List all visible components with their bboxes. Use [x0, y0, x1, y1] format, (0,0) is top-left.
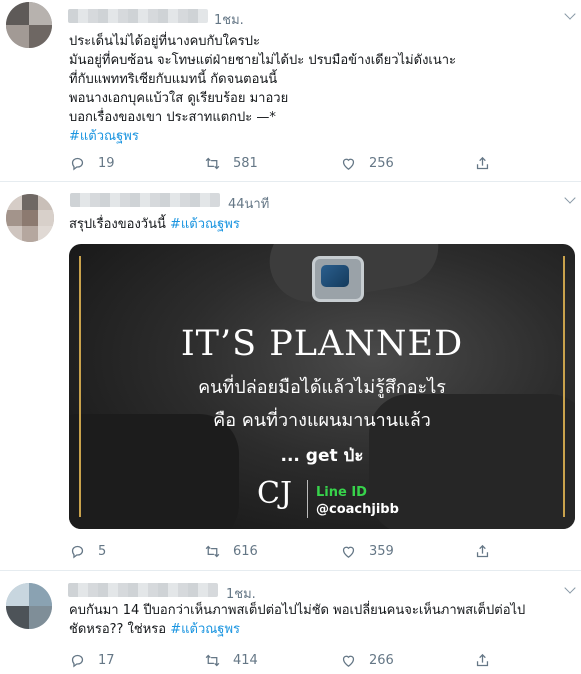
avatar[interactable]	[6, 583, 52, 629]
tweet-text-line: ชัดหรอ?? ใช่หรอ	[69, 622, 167, 637]
tweet-text-line: สรุปเรื่องของวันนี้	[69, 217, 166, 232]
chevron-down-icon[interactable]	[564, 192, 576, 204]
tweet-text: สรุปเรื่องของวันนี้ #แต้วณฐพร	[69, 215, 240, 234]
reply-icon	[71, 545, 84, 558]
share-icon	[476, 544, 489, 557]
like-icon	[342, 655, 355, 667]
tweet-1[interactable]: 1ชม. ประเด็นไม่ได้อยู่ที่นางคบกับใครปะ ม…	[0, 0, 581, 181]
tweet-actions: 5 616 359	[69, 541, 569, 561]
retweet-button[interactable]: 414	[204, 650, 258, 670]
tweet-text-line: มันอยู่ที่คบซ้อน จะโทษแต่ฝ่ายชายไม่ได้ปะ…	[69, 53, 457, 68]
image-line: คือ คนที่วางแผนมานานแล้ว	[213, 410, 431, 431]
like-count: 266	[369, 652, 394, 668]
like-button[interactable]: 256	[340, 153, 394, 173]
hashtag-link[interactable]: #แต้วณฐพร	[69, 127, 456, 146]
like-count: 256	[369, 155, 394, 171]
like-icon	[342, 546, 355, 558]
like-button[interactable]: 359	[340, 541, 394, 561]
tweet-text-line: พอนางเอกบุคแบ้วใส ดูเรียบร้อย มาอวย	[69, 91, 289, 106]
retweet-icon	[205, 157, 220, 169]
reply-count: 5	[98, 543, 107, 559]
reply-count: 17	[98, 652, 115, 668]
share-button[interactable]	[474, 153, 503, 173]
tweet-time[interactable]: 44นาที	[228, 193, 269, 214]
retweet-icon	[205, 654, 220, 666]
tweet-text: คบกันมา 14 ปีบอกว่าเห็นภาพสเต็ปต่อไปไม่ช…	[69, 601, 525, 639]
image-logo: CJ	[257, 476, 292, 511]
reply-count: 19	[98, 155, 115, 171]
tweet-actions: 17 414 266	[69, 650, 569, 670]
watch-shape	[312, 256, 364, 302]
line-handle: @coachjibb	[316, 502, 399, 517]
line-id-label: Line ID	[316, 485, 367, 500]
share-icon	[476, 653, 489, 666]
reply-button[interactable]: 5	[69, 541, 106, 561]
image-title: IT’S PLANNED	[180, 324, 464, 364]
tweet-time[interactable]: 1ชม.	[214, 9, 244, 30]
like-count: 359	[369, 543, 394, 559]
reply-button[interactable]: 19	[69, 153, 115, 173]
share-button[interactable]	[474, 541, 503, 561]
tweet-text-line: ประเด็นไม่ได้อยู่ที่นางคบกับใครปะ	[69, 34, 260, 49]
image-line: คนที่ปล่อยมือได้แล้วไม่รู้สึกอะไร	[198, 377, 446, 398]
retweet-count: 616	[233, 543, 258, 559]
reply-icon	[71, 157, 84, 170]
avatar[interactable]	[6, 2, 52, 48]
user-name[interactable]	[70, 193, 220, 207]
tweet-text-line: คบกันมา 14 ปีบอกว่าเห็นภาพสเต็ปต่อไปไม่ช…	[69, 603, 526, 618]
tweet-actions: 19 581 256	[69, 153, 569, 173]
share-icon	[476, 156, 489, 169]
retweet-icon	[205, 545, 220, 557]
user-name[interactable]	[68, 9, 208, 23]
like-button[interactable]: 266	[340, 650, 394, 670]
tweet-text-line: ที่กับแพททริเซียกับแมทนี้ กัดจนตอนนี้	[69, 72, 278, 87]
chevron-down-icon[interactable]	[564, 8, 576, 20]
tweet-3[interactable]: 1ชม. คบกันมา 14 ปีบอกว่าเห็นภาพสเต็ปต่อไ…	[0, 571, 581, 674]
retweet-count: 414	[233, 652, 258, 668]
tweet-image[interactable]: IT’S PLANNED คนที่ปล่อยมือได้แล้วไม่รู้ส…	[69, 244, 575, 529]
logo-separator	[307, 480, 308, 518]
retweet-button[interactable]: 616	[204, 541, 258, 561]
image-tagline: ... get ป่ะ	[280, 446, 364, 466]
reply-button[interactable]: 17	[69, 650, 115, 670]
reply-icon	[71, 654, 84, 667]
chevron-down-icon[interactable]	[564, 582, 576, 594]
share-button[interactable]	[474, 650, 503, 670]
retweet-count: 581	[233, 155, 258, 171]
user-name[interactable]	[68, 583, 218, 597]
avatar[interactable]	[6, 194, 54, 242]
hashtag-link[interactable]: #แต้วณฐพร	[170, 622, 240, 637]
tweet-text: ประเด็นไม่ได้อยู่ที่นางคบกับใครปะ มันอยู…	[69, 32, 456, 146]
like-icon	[342, 158, 355, 170]
hashtag-link[interactable]: #แต้วณฐพร	[170, 217, 240, 232]
tweet-text-line: บอกเรื่องของเขา ประสาทแตกปะ —*	[69, 110, 276, 125]
retweet-button[interactable]: 581	[204, 153, 258, 173]
